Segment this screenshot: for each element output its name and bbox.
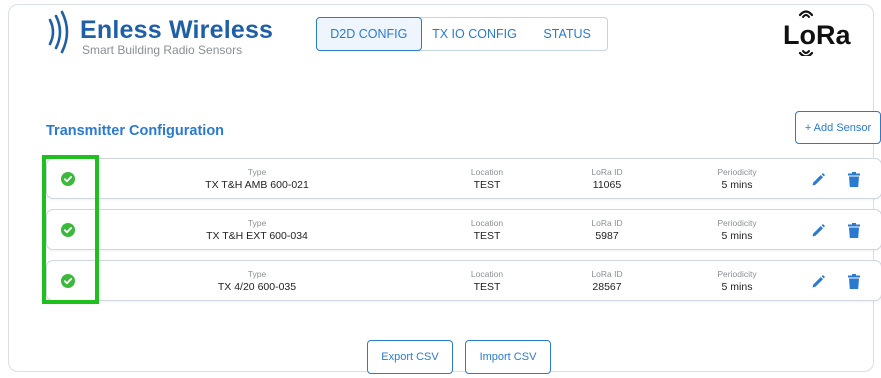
- lora-id-value: 28567: [592, 281, 622, 293]
- lora-logo-text: LoRa: [783, 20, 851, 50]
- type-field: Type TX T&H AMB 600-021: [157, 167, 357, 192]
- location-label: Location: [470, 218, 504, 228]
- section-title: Transmitter Configuration: [46, 123, 225, 139]
- type-value: TX T&H AMB 600-021: [205, 179, 309, 191]
- periodicity-field: Periodicity 5 mins: [697, 167, 777, 192]
- trash-icon[interactable]: [848, 172, 860, 187]
- import-csv-button[interactable]: Import CSV: [465, 340, 551, 374]
- location-label: Location: [470, 269, 504, 279]
- brand: Enless Wireless Smart Building Radio Sen…: [44, 10, 273, 57]
- lora-id-field: LoRa ID 11065: [567, 167, 647, 192]
- lora-id-label: LoRa ID: [591, 218, 623, 228]
- add-sensor-button[interactable]: + Add Sensor: [795, 111, 881, 144]
- periodicity-field: Periodicity 5 mins: [697, 269, 777, 294]
- type-field: Type TX T&H EXT 600-034: [157, 218, 357, 243]
- location-value: TEST: [473, 230, 501, 242]
- lora-id-value: 5987: [595, 230, 619, 242]
- export-csv-button[interactable]: Export CSV: [367, 340, 453, 374]
- lora-id-value: 11065: [592, 179, 622, 191]
- periodicity-field: Periodicity 5 mins: [697, 218, 777, 243]
- location-field: Location TEST: [452, 269, 522, 294]
- type-field: Type TX 4/20 600-035: [157, 269, 357, 294]
- type-value: TX 4/20 600-035: [217, 281, 297, 293]
- periodicity-value: 5 mins: [721, 230, 753, 242]
- sensor-row[interactable]: Type TX 4/20 600-035 Location TEST LoRa …: [46, 260, 881, 301]
- type-label: Type: [247, 167, 267, 177]
- type-label: Type: [247, 269, 267, 279]
- sensor-row[interactable]: Type TX T&H EXT 600-034 Location TEST Lo…: [46, 209, 881, 250]
- sensor-row[interactable]: Type TX T&H AMB 600-021 Location TEST Lo…: [46, 158, 881, 199]
- lora-id-label: LoRa ID: [591, 167, 623, 177]
- brand-tagline: Smart Building Radio Sensors: [82, 43, 243, 57]
- lora-logo: LoRa: [783, 10, 851, 56]
- tab-tx-io-config[interactable]: TX IO CONFIG: [422, 18, 528, 50]
- pencil-icon[interactable]: [811, 173, 825, 187]
- periodicity-value: 5 mins: [721, 281, 753, 293]
- radio-waves-icon: [48, 10, 69, 54]
- periodicity-label: Periodicity: [717, 167, 757, 177]
- type-label: Type: [247, 218, 267, 228]
- lora-id-field: LoRa ID 5987: [567, 218, 647, 243]
- location-value: TEST: [473, 281, 501, 293]
- periodicity-label: Periodicity: [717, 218, 757, 228]
- periodicity-value: 5 mins: [721, 179, 753, 191]
- brand-name: Enless Wireless: [80, 16, 274, 44]
- trash-icon[interactable]: [848, 274, 860, 289]
- location-label: Location: [470, 167, 504, 177]
- periodicity-label: Periodicity: [717, 269, 757, 279]
- lora-id-field: LoRa ID 28567: [567, 269, 647, 294]
- lora-id-label: LoRa ID: [591, 269, 623, 279]
- trash-icon[interactable]: [848, 223, 860, 238]
- pencil-icon[interactable]: [811, 224, 825, 238]
- status-highlight-box: [42, 155, 99, 304]
- type-value: TX T&H EXT 600-034: [206, 230, 308, 242]
- pencil-icon[interactable]: [811, 275, 825, 289]
- location-value: TEST: [473, 179, 501, 191]
- location-field: Location TEST: [452, 218, 522, 243]
- tab-status[interactable]: STATUS: [527, 18, 607, 50]
- nav-tabs: D2D CONFIG TX IO CONFIG STATUS: [316, 17, 608, 51]
- location-field: Location TEST: [452, 167, 522, 192]
- tab-d2d-config[interactable]: D2D CONFIG: [316, 17, 422, 51]
